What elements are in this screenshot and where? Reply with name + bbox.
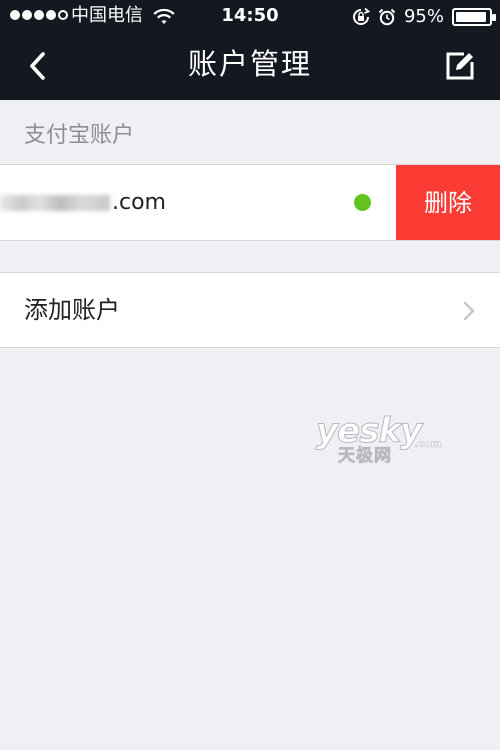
status-right: 95% <box>352 6 496 28</box>
chevron-right-icon <box>463 301 475 321</box>
account-email-suffix: .com <box>112 190 166 215</box>
account-email: .com <box>0 187 166 219</box>
add-account-label: 添加账户 <box>24 296 120 324</box>
add-account-row[interactable]: 添加账户 <box>0 272 500 348</box>
watermark-subtitle: 天极网 <box>338 446 392 467</box>
rotation-lock-icon <box>352 8 370 25</box>
page-title: 账户管理 <box>187 47 312 81</box>
edit-button[interactable] <box>442 48 478 84</box>
battery-level <box>456 12 487 22</box>
blurred-email-text <box>0 195 110 211</box>
battery-icon <box>452 8 496 26</box>
account-row[interactable]: .com 删除 <box>0 164 500 241</box>
watermark-suffix: .com <box>414 439 442 451</box>
battery-percent: 95% <box>403 6 444 27</box>
watermark-brand: yesky <box>315 411 422 451</box>
alarm-icon <box>378 8 396 26</box>
navigation-bar: 账户管理 <box>0 32 500 100</box>
watermark-logo: yesky .com 天极网 <box>315 411 441 467</box>
top-bar: 中国电信 14:50 95% 账户管理 <box>0 0 500 100</box>
edit-icon <box>446 52 474 80</box>
status-indicator-dot <box>354 194 371 211</box>
status-bar: 中国电信 14:50 95% <box>0 0 500 32</box>
delete-button[interactable]: 删除 <box>396 165 500 240</box>
section-header-alipay: 支付宝账户 <box>24 123 135 148</box>
